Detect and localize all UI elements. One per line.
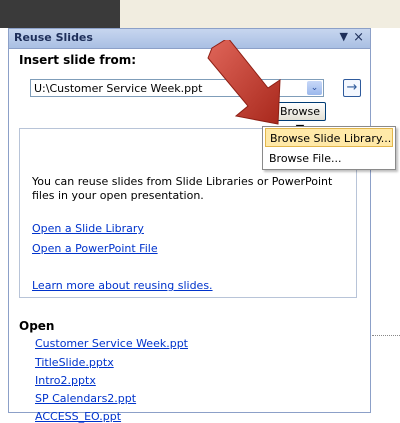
learn-more-link[interactable]: Learn more about reusing slides. [32,279,213,292]
slide-source-input[interactable]: U:\Customer Service Week.ppt [34,82,202,95]
red-pointer-arrow-icon [207,40,281,125]
recent-file-link[interactable]: TitleSlide.pptx [35,356,114,369]
recent-file-link[interactable]: Intro2.pptx [35,374,96,387]
open-section-label: Open [19,319,55,333]
info-text: You can reuse slides from Slide Librarie… [32,175,333,202]
app-toolbar-area [120,0,400,28]
recent-file-link[interactable]: Customer Service Week.ppt [35,337,188,350]
slide-edit-area [371,28,400,413]
open-slide-library-link[interactable]: Open a Slide Library [32,222,144,235]
recent-file-link[interactable]: ACCESS_EO.ppt [35,410,121,423]
recent-file-link[interactable]: SP Calendars2.ppt [35,392,136,405]
app-titlebar-dark [0,0,120,28]
menu-item-browse-slide-library[interactable]: Browse Slide Library... [265,128,393,147]
pane-options-dropdown-icon[interactable]: ▼ [340,30,348,43]
close-icon[interactable]: × [353,30,364,46]
menu-item-browse-file[interactable]: Browse File... [265,149,393,168]
insert-slide-from-label: Insert slide from: [19,53,137,67]
go-arrow-button[interactable]: → [343,79,361,97]
browse-menu: Browse Slide Library... Browse File... [262,126,396,170]
pane-title: Reuse Slides [14,31,93,44]
open-powerpoint-file-link[interactable]: Open a PowerPoint File [32,242,158,255]
placeholder-dotted-border [372,335,400,336]
chevron-down-icon[interactable]: ⌄ [307,81,322,95]
